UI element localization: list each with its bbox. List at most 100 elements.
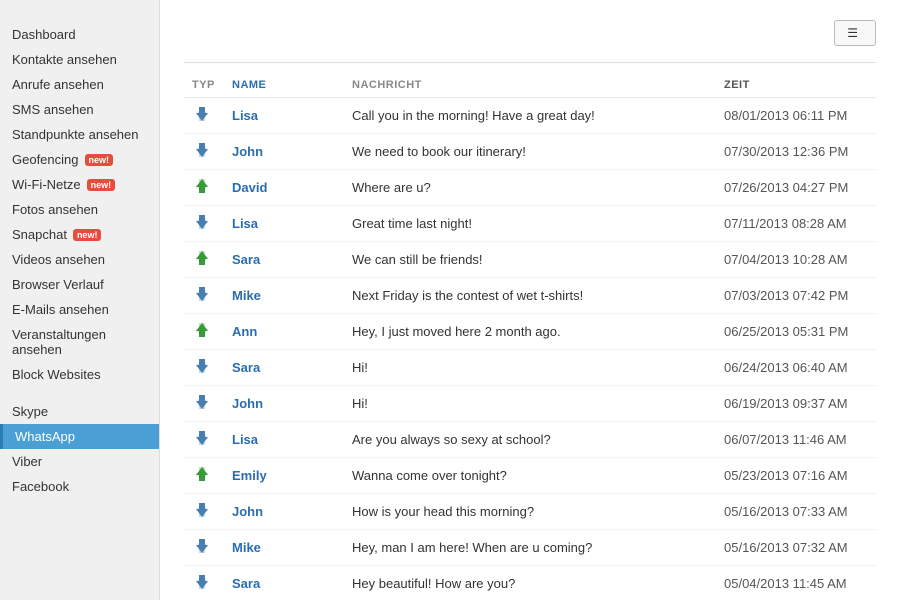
- cell-type-3: [184, 206, 224, 242]
- arrow-out-icon: [192, 507, 212, 522]
- arrow-out-icon: [192, 399, 212, 414]
- cell-name-10: Emily: [224, 458, 344, 494]
- sidebar-item-facebook[interactable]: Facebook: [0, 474, 159, 499]
- table-row: JohnWe need to book our itinerary!07/30/…: [184, 134, 876, 170]
- divider: [184, 62, 876, 63]
- cell-type-0: [184, 98, 224, 134]
- col-header-name: NAME: [224, 73, 344, 98]
- cell-message-5: Next Friday is the contest of wet t-shir…: [344, 278, 716, 314]
- sidebar-label-emails: E-Mails ansehen: [12, 302, 109, 317]
- sidebar-label-block: Block Websites: [12, 367, 101, 382]
- cell-time-13: 05/04/2013 11:45 AM: [716, 566, 876, 600]
- table-row: SaraHey beautiful! How are you?05/04/201…: [184, 566, 876, 600]
- table-body: LisaCall you in the morning! Have a grea…: [184, 98, 876, 600]
- cell-name-11: John: [224, 494, 344, 530]
- cell-time-4: 07/04/2013 10:28 AM: [716, 242, 876, 278]
- cell-name-1: John: [224, 134, 344, 170]
- cell-type-13: [184, 566, 224, 600]
- cell-message-4: We can still be friends!: [344, 242, 716, 278]
- sidebar-label-videos: Videos ansehen: [12, 252, 105, 267]
- badge-geofencing: new!: [85, 154, 114, 166]
- sidebar-label-facebook: Facebook: [12, 479, 69, 494]
- sidebar-item-dashboard[interactable]: Dashboard: [0, 22, 159, 47]
- arrow-in-icon: [192, 327, 212, 342]
- cell-message-9: Are you always so sexy at school?: [344, 422, 716, 458]
- sidebar-label-dashboard: Dashboard: [12, 27, 76, 42]
- table-row: SaraHi!06/24/2013 06:40 AM: [184, 350, 876, 386]
- badge-snapchat: new!: [73, 229, 102, 241]
- cell-type-5: [184, 278, 224, 314]
- sidebar-item-viber[interactable]: Viber: [0, 449, 159, 474]
- cell-message-10: Wanna come over tonight?: [344, 458, 716, 494]
- arrow-in-icon: [192, 471, 212, 486]
- cell-name-2: David: [224, 170, 344, 206]
- cell-message-8: Hi!: [344, 386, 716, 422]
- sidebar-item-fotos[interactable]: Fotos ansehen: [0, 197, 159, 222]
- cell-name-6: Ann: [224, 314, 344, 350]
- col-header-zeit: ZEIT: [716, 73, 876, 98]
- sidebar-item-anrufe[interactable]: Anrufe ansehen: [0, 72, 159, 97]
- cell-time-3: 07/11/2013 08:28 AM: [716, 206, 876, 242]
- table-row: AnnHey, I just moved here 2 month ago.06…: [184, 314, 876, 350]
- all-records-button[interactable]: ☰: [834, 20, 876, 46]
- cell-type-9: [184, 422, 224, 458]
- arrow-out-icon: [192, 219, 212, 234]
- cell-message-12: Hey, man I am here! When are u coming?: [344, 530, 716, 566]
- table-row: LisaAre you always so sexy at school?06/…: [184, 422, 876, 458]
- sidebar-item-veranstaltungen[interactable]: Veranstaltungen ansehen: [0, 322, 159, 362]
- table-row: SaraWe can still be friends!07/04/2013 1…: [184, 242, 876, 278]
- sidebar-label-snapchat: Snapchat: [12, 227, 67, 242]
- sidebar-item-browser[interactable]: Browser Verlauf: [0, 272, 159, 297]
- sidebar-item-wifi[interactable]: Wi-Fi-Netzenew!: [0, 172, 159, 197]
- cell-time-9: 06/07/2013 11:46 AM: [716, 422, 876, 458]
- badge-wifi: new!: [87, 179, 116, 191]
- sidebar-item-standpunkte[interactable]: Standpunkte ansehen: [0, 122, 159, 147]
- sidebar-label-veranstaltungen: Veranstaltungen ansehen: [12, 327, 147, 357]
- page-header: ☰: [184, 20, 876, 46]
- arrow-out-icon: [192, 111, 212, 126]
- sidebar-item-snapchat[interactable]: Snapchat new!: [0, 222, 159, 247]
- cell-message-2: Where are u?: [344, 170, 716, 206]
- cell-type-12: [184, 530, 224, 566]
- cell-message-3: Great time last night!: [344, 206, 716, 242]
- cell-time-6: 06/25/2013 05:31 PM: [716, 314, 876, 350]
- table-row: JohnHow is your head this morning?05/16/…: [184, 494, 876, 530]
- cell-time-7: 06/24/2013 06:40 AM: [716, 350, 876, 386]
- cell-type-11: [184, 494, 224, 530]
- sidebar-item-block[interactable]: Block Websites: [0, 362, 159, 387]
- table-row: MikeHey, man I am here! When are u comin…: [184, 530, 876, 566]
- sidebar-label-skype: Skype: [12, 404, 48, 419]
- sidebar-item-kontakte[interactable]: Kontakte ansehen: [0, 47, 159, 72]
- arrow-in-icon: [192, 255, 212, 270]
- col-header-nachricht: NACHRICHT: [344, 73, 716, 98]
- cell-time-8: 06/19/2013 09:37 AM: [716, 386, 876, 422]
- sidebar-item-geofencing[interactable]: Geofencing new!: [0, 147, 159, 172]
- cell-name-7: Sara: [224, 350, 344, 386]
- table-icon: ☰: [847, 26, 858, 40]
- cell-message-6: Hey, I just moved here 2 month ago.: [344, 314, 716, 350]
- cell-name-3: Lisa: [224, 206, 344, 242]
- cell-message-7: Hi!: [344, 350, 716, 386]
- cell-type-8: [184, 386, 224, 422]
- sidebar-label-geofencing: Geofencing: [12, 152, 79, 167]
- sidebar-item-whatsapp[interactable]: WhatsApp: [0, 424, 159, 449]
- table-row: EmilyWanna come over tonight?05/23/2013 …: [184, 458, 876, 494]
- cell-time-5: 07/03/2013 07:42 PM: [716, 278, 876, 314]
- cell-name-8: John: [224, 386, 344, 422]
- cell-name-12: Mike: [224, 530, 344, 566]
- cell-name-0: Lisa: [224, 98, 344, 134]
- sidebar-item-sms[interactable]: SMS ansehen: [0, 97, 159, 122]
- table-row: MikeNext Friday is the contest of wet t-…: [184, 278, 876, 314]
- arrow-out-icon: [192, 579, 212, 594]
- sidebar-item-videos[interactable]: Videos ansehen: [0, 247, 159, 272]
- sidebar-item-emails[interactable]: E-Mails ansehen: [0, 297, 159, 322]
- cell-name-9: Lisa: [224, 422, 344, 458]
- table-row: DavidWhere are u?07/26/2013 04:27 PM: [184, 170, 876, 206]
- arrow-out-icon: [192, 543, 212, 558]
- cell-type-2: [184, 170, 224, 206]
- table-row: JohnHi!06/19/2013 09:37 AM: [184, 386, 876, 422]
- cell-time-11: 05/16/2013 07:33 AM: [716, 494, 876, 530]
- sidebar: DashboardKontakte ansehenAnrufe ansehenS…: [0, 0, 160, 600]
- sidebar-item-skype[interactable]: Skype: [0, 399, 159, 424]
- cell-message-0: Call you in the morning! Have a great da…: [344, 98, 716, 134]
